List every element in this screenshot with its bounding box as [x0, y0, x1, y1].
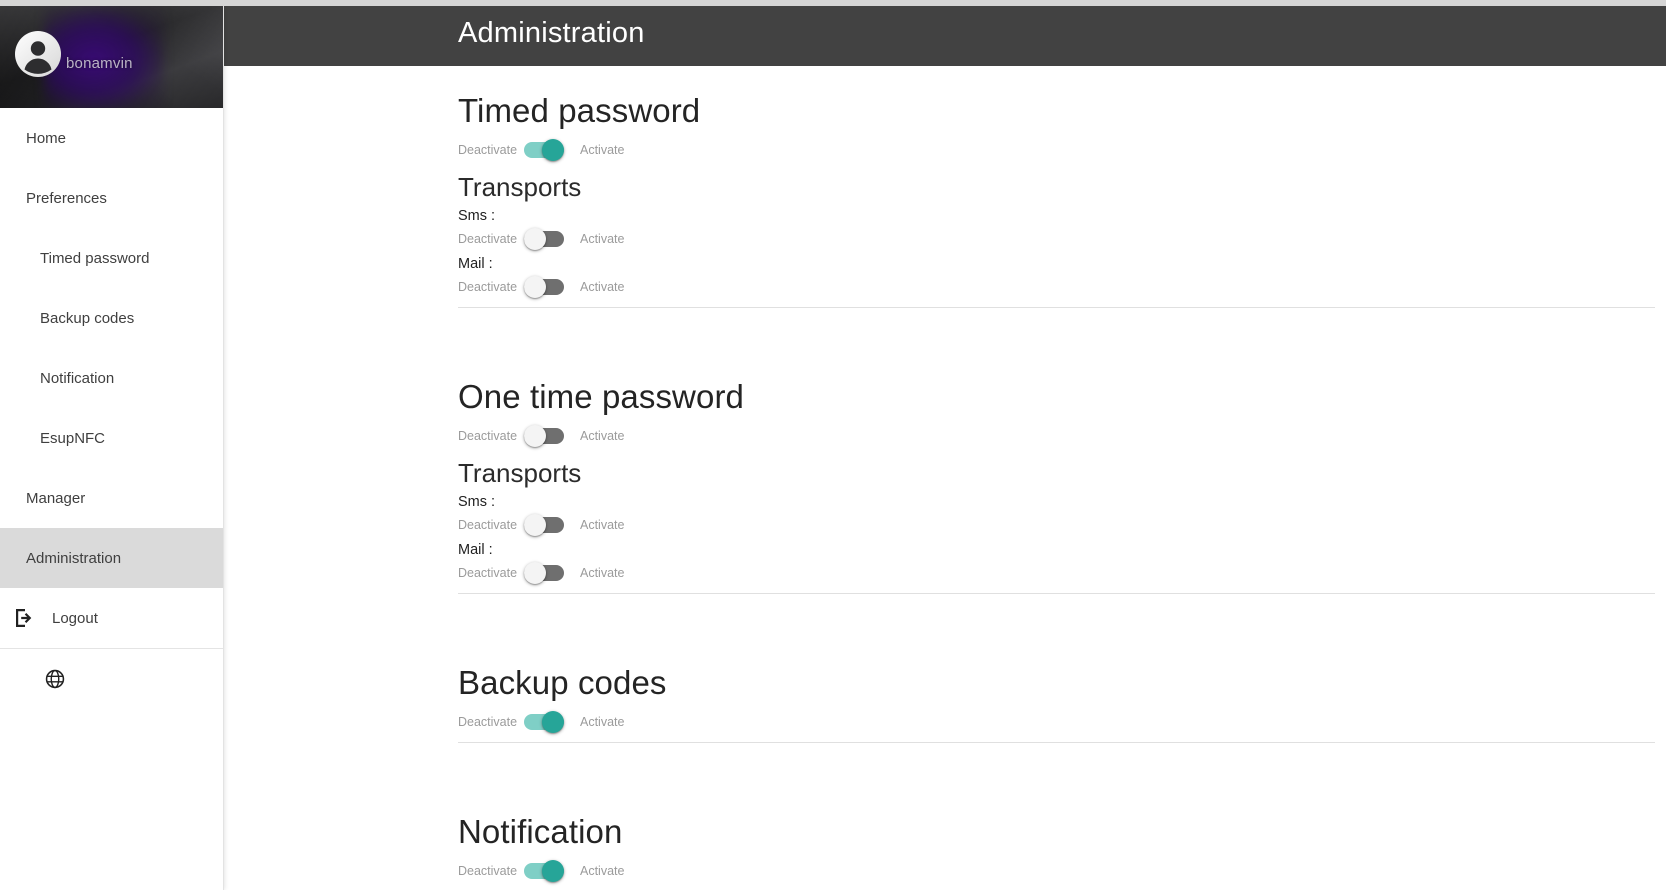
logout-arrow-icon: [16, 609, 32, 627]
sidebar-item-label: Notification: [40, 369, 115, 387]
sidebar: bonamvin Home Preferences Timed password…: [0, 0, 224, 890]
sms-field-label: Sms :: [458, 494, 496, 510]
sidebar-item-label: Backup codes: [40, 309, 135, 327]
sidebar-item-label: Preferences: [26, 189, 107, 207]
toggle-on-label: Activate: [580, 566, 625, 580]
sidebar-item-home[interactable]: Home: [0, 108, 223, 168]
logout-button[interactable]: Logout: [0, 588, 223, 648]
language-selector[interactable]: [0, 649, 223, 709]
page-title: Administration: [458, 16, 645, 49]
sidebar-item-timed-password[interactable]: Timed password: [0, 228, 223, 288]
toggle-off-label: Deactivate: [458, 143, 518, 157]
toggle-on-label: Activate: [580, 518, 625, 532]
sidebar-item-backup-codes[interactable]: Backup codes: [0, 288, 223, 348]
notification-toggle[interactable]: [524, 860, 564, 882]
sidebar-profile-header: bonamvin: [0, 0, 223, 108]
globe-icon: [45, 669, 65, 689]
account-circle-icon: [15, 31, 61, 77]
timed-password-toggle[interactable]: [524, 139, 564, 161]
one-time-password-toggle-row: Deactivate Activate: [458, 422, 1655, 450]
sidebar-item-label: EsupNFC: [40, 429, 106, 447]
transports-title: Transports: [458, 458, 582, 488]
notification-toggle-row: Deactivate Activate: [458, 857, 1655, 885]
sidebar-nav: Home Preferences Timed password Backup c…: [0, 108, 223, 588]
toggle-on-label: Activate: [580, 864, 625, 878]
toggle-knob: [524, 514, 546, 536]
sidebar-item-label: Home: [26, 129, 67, 147]
toggle-on-label: Activate: [580, 280, 625, 294]
timed-password-sms-toggle[interactable]: [524, 228, 564, 250]
toggle-knob: [524, 228, 546, 250]
profile-username: bonamvin: [66, 55, 133, 72]
sidebar-item-preferences[interactable]: Preferences: [0, 168, 223, 228]
toggle-on-label: Activate: [580, 232, 625, 246]
one-time-password-mail-toggle-row: Deactivate Activate: [458, 559, 1655, 587]
backup-codes-toggle-row: Deactivate Activate: [458, 708, 1655, 736]
section-one-time-password: One time password Deactivate Activate Tr…: [458, 352, 1655, 594]
toggle-off-label: Deactivate: [458, 715, 518, 729]
toggle-off-label: Deactivate: [458, 864, 518, 878]
window-top-strip: [0, 0, 1666, 6]
toggle-off-label: Deactivate: [458, 280, 518, 294]
logout-label: Logout: [52, 609, 98, 627]
toggle-on-label: Activate: [580, 429, 625, 443]
section-backup-codes: Backup codes Deactivate Activate: [458, 638, 1655, 743]
sidebar-item-label: Timed password: [40, 249, 150, 267]
one-time-password-mail-toggle[interactable]: [524, 562, 564, 584]
main-area: Administration Timed password Deactivate…: [224, 0, 1666, 890]
backup-codes-toggle[interactable]: [524, 711, 564, 733]
toggle-on-label: Activate: [580, 715, 625, 729]
sidebar-item-label: Administration: [26, 549, 122, 567]
section-notification: Notification Deactivate Activate: [458, 787, 1655, 890]
sidebar-item-notification[interactable]: Notification: [0, 348, 223, 408]
toggle-knob: [524, 425, 546, 447]
section-title: Backup codes: [458, 664, 667, 701]
toggle-knob: [524, 276, 546, 298]
one-time-password-sms-toggle-row: Deactivate Activate: [458, 511, 1655, 539]
toggle-off-label: Deactivate: [458, 232, 518, 246]
mail-field-label: Mail :: [458, 256, 493, 272]
toggle-on-label: Activate: [580, 143, 625, 157]
timed-password-mail-toggle-row: Deactivate Activate: [458, 273, 1655, 301]
toggle-knob: [524, 562, 546, 584]
toggle-knob: [542, 711, 564, 733]
section-title: Notification: [458, 813, 623, 850]
page-header-bar: Administration: [224, 0, 1666, 66]
sms-field-label: Sms :: [458, 208, 496, 224]
toggle-off-label: Deactivate: [458, 518, 518, 532]
section-title: One time password: [458, 378, 744, 415]
toggle-off-label: Deactivate: [458, 429, 518, 443]
timed-password-mail-toggle[interactable]: [524, 276, 564, 298]
toggle-knob: [542, 860, 564, 882]
one-time-password-sms-toggle[interactable]: [524, 514, 564, 536]
sidebar-item-administration[interactable]: Administration: [0, 528, 223, 588]
timed-password-sms-toggle-row: Deactivate Activate: [458, 225, 1655, 253]
page-root: bonamvin Home Preferences Timed password…: [0, 0, 1666, 890]
sidebar-item-label: Manager: [26, 489, 86, 507]
timed-password-toggle-row: Deactivate Activate: [458, 136, 1655, 164]
toggle-off-label: Deactivate: [458, 566, 518, 580]
section-title: Timed password: [458, 92, 701, 129]
mail-field-label: Mail :: [458, 542, 493, 558]
transports-title: Transports: [458, 172, 582, 202]
one-time-password-toggle[interactable]: [524, 425, 564, 447]
section-timed-password: Timed password Deactivate Activate Trans…: [458, 66, 1655, 308]
content-area: Timed password Deactivate Activate Trans…: [224, 66, 1666, 890]
sidebar-item-esupnfc[interactable]: EsupNFC: [0, 408, 223, 468]
sidebar-item-manager[interactable]: Manager: [0, 468, 223, 528]
toggle-knob: [542, 139, 564, 161]
